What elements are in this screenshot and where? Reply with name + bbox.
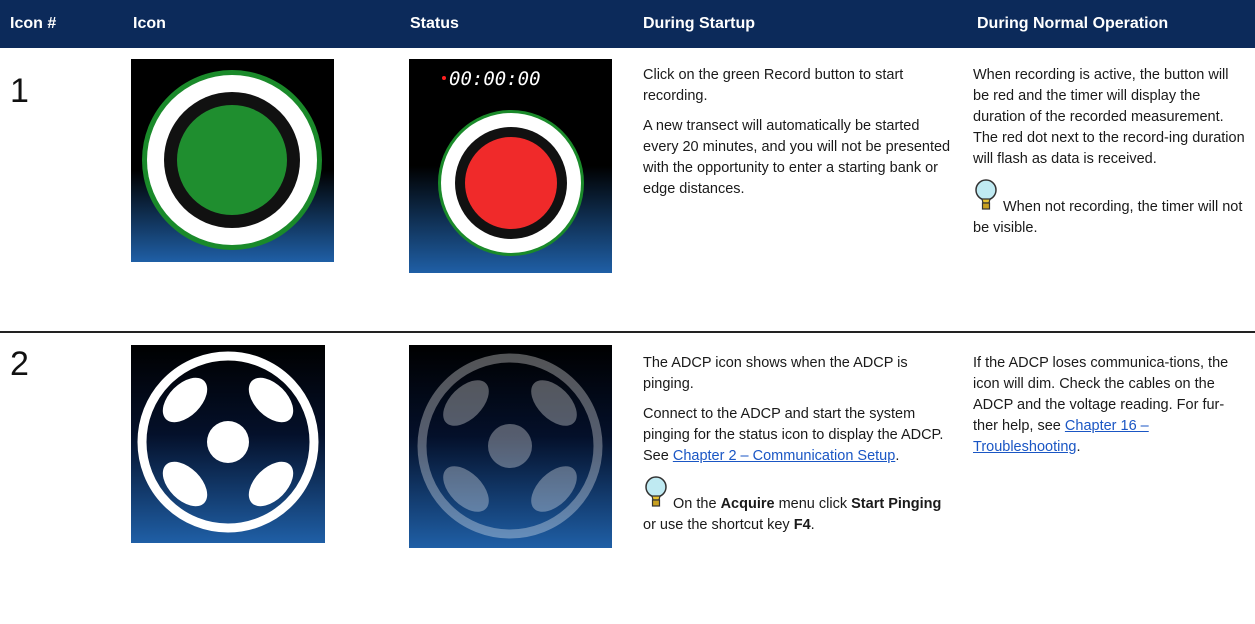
- row2-normal-p: If the ADCP loses communica-tions, the i…: [973, 353, 1245, 458]
- tip-text-mid: menu click: [774, 496, 852, 512]
- header-during-normal-operation: During Normal Operation: [977, 15, 1169, 32]
- row1-startup-p1: Click on the green Record button to star…: [643, 67, 904, 104]
- lightbulb-tip-icon: [643, 476, 669, 515]
- row1-tip-text: When not recording, the timer will not b…: [973, 199, 1243, 236]
- chapter-2-link[interactable]: Chapter 2 – Communication Setup: [673, 448, 895, 464]
- row-number: 2: [10, 345, 29, 383]
- lightbulb-tip-icon: [973, 179, 999, 218]
- tip-text-mid2: or use the shortcut key: [643, 517, 794, 533]
- row2-startup-p2-suffix: .: [895, 448, 900, 464]
- adcp-transducer-dim-icon: [409, 345, 612, 548]
- start-pinging-label: Start Pinging: [851, 496, 942, 512]
- tip-text-end: .: [810, 517, 815, 533]
- record-button-red-timer-icon: 00:00:00: [409, 59, 612, 273]
- row1-startup-text: Click on the green Record button to star…: [643, 65, 953, 209]
- row1-normal-p1: When recording is active, the button wil…: [973, 67, 1245, 167]
- acquire-menu-label: Acquire: [720, 496, 775, 512]
- record-button-green-icon: [131, 59, 334, 262]
- svg-text:00:00:00: 00:00:00: [449, 68, 541, 90]
- row2-startup-text: The ADCP icon shows when the ADCP is pin…: [643, 353, 953, 536]
- row2-tip: On the Acquire menu click Start Pinging …: [643, 476, 953, 536]
- header-icon: Icon: [133, 15, 166, 32]
- row1-tip: When not recording, the timer will not b…: [973, 179, 1245, 239]
- header-icon-number: Icon #: [10, 15, 57, 32]
- adcp-transducer-icon: [131, 345, 325, 543]
- tip-text-pre: On the: [673, 496, 721, 512]
- row2-startup-p1: The ADCP icon shows when the ADCP is pin…: [643, 355, 908, 392]
- row-number: 1: [10, 72, 29, 110]
- header-during-startup: During Startup: [643, 15, 755, 32]
- header-status: Status: [410, 15, 459, 32]
- row1-normal-text: When recording is active, the button wil…: [973, 65, 1245, 239]
- shortcut-key-label: F4: [793, 517, 811, 533]
- row2-startup-p2: Connect to the ADCP and start the system…: [643, 404, 953, 467]
- row2-normal-text: If the ADCP loses communica-tions, the i…: [973, 353, 1245, 467]
- row-divider: [0, 331, 1255, 333]
- row1-startup-p2: A new transect will automatically be sta…: [643, 118, 951, 197]
- table-header: Icon # Icon Status During Startup During…: [0, 0, 1255, 48]
- row2-normal-suffix: .: [1076, 439, 1081, 455]
